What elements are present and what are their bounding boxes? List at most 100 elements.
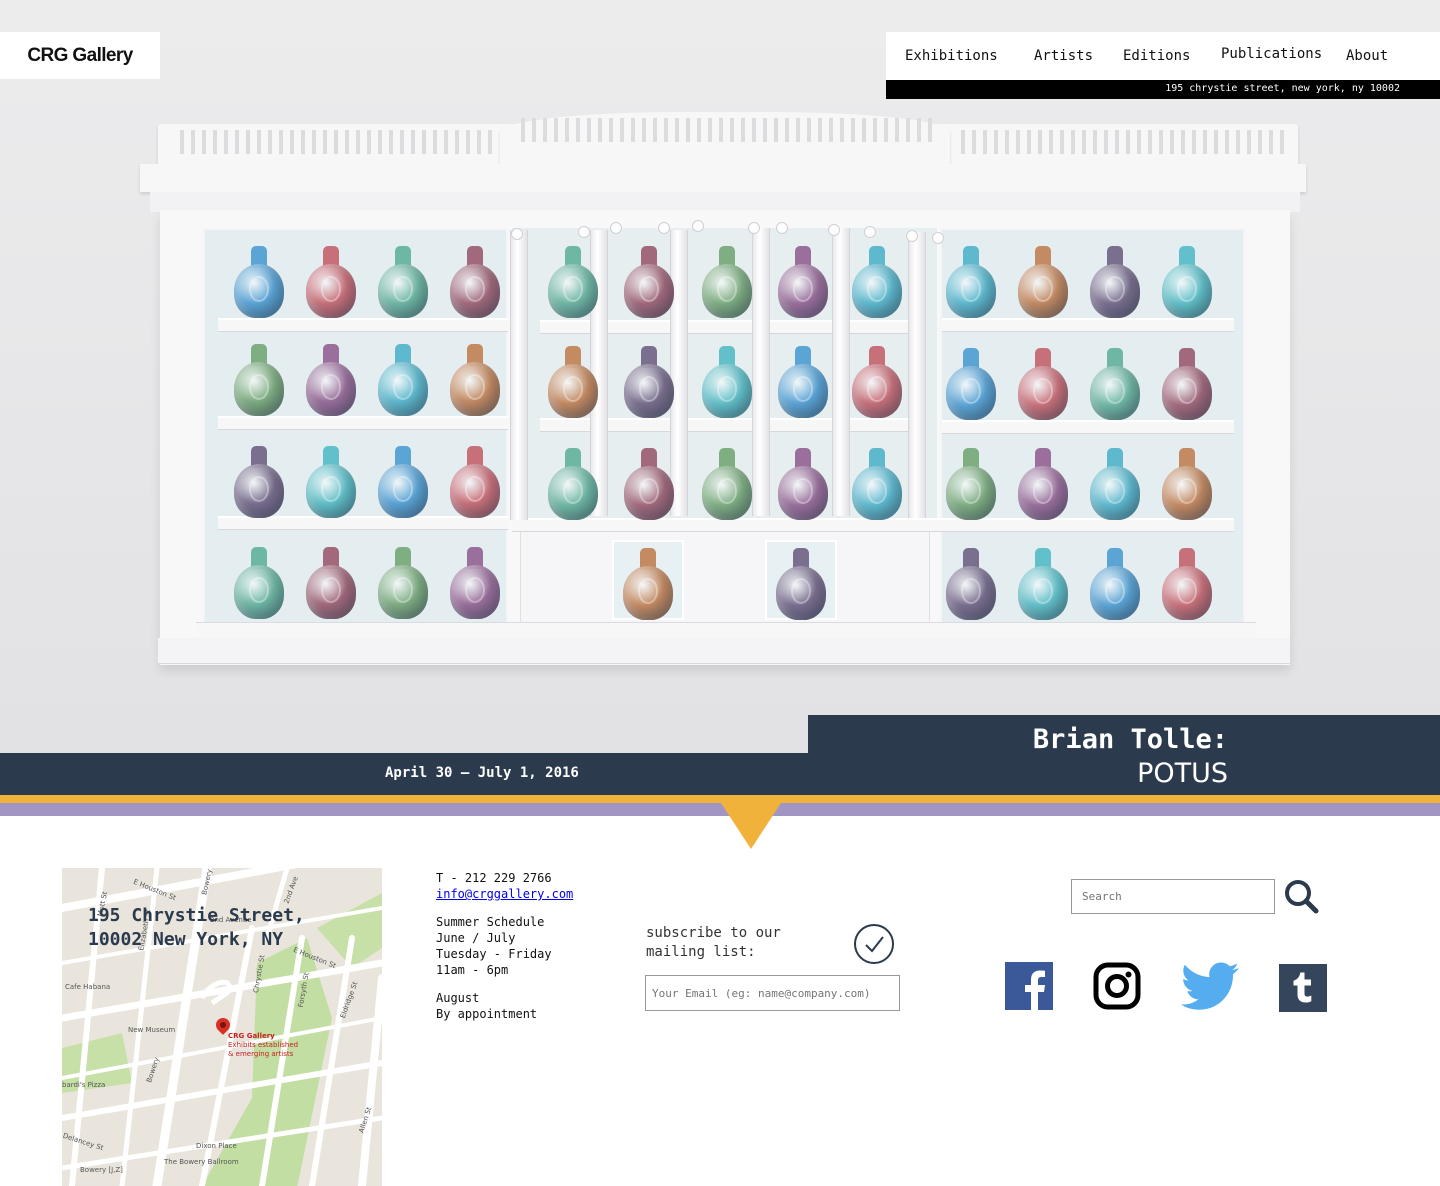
artwork-bottle-part xyxy=(1105,478,1125,504)
artwork-baluster xyxy=(895,118,899,142)
artwork-bottle-part xyxy=(791,578,811,604)
artwork-bottle-part xyxy=(321,276,341,302)
artwork-baluster xyxy=(972,130,976,154)
artwork-shelf xyxy=(218,318,508,332)
artwork-bottle-part xyxy=(793,478,813,504)
facebook-link[interactable] xyxy=(1005,962,1055,1012)
main-nav: Exhibitions Artists Editions Publication… xyxy=(886,32,1440,80)
artwork-baluster xyxy=(1258,130,1262,154)
artwork-knob xyxy=(776,222,788,234)
email-link[interactable]: info@crggallery.com xyxy=(436,887,573,901)
map-address: 195 Chrystie Street, 10002 New York, NY xyxy=(88,904,305,952)
search-button[interactable] xyxy=(1283,878,1319,914)
artwork-bottle-part xyxy=(793,276,813,302)
subscribe-label-line1: subscribe to our xyxy=(646,925,781,941)
artwork-baluster xyxy=(433,130,437,154)
exhibition-artist: Brian Tolle: xyxy=(1032,724,1228,755)
artwork-bottle-part xyxy=(249,276,269,302)
artwork-knob xyxy=(658,222,670,234)
artwork-bottle-part xyxy=(1105,378,1125,404)
twitter-link[interactable] xyxy=(1180,962,1241,1012)
artwork-baluster xyxy=(719,118,723,142)
artwork-bottle xyxy=(378,446,428,518)
artwork-bottle xyxy=(378,547,428,619)
artwork-baluster xyxy=(785,118,789,142)
artwork-bottle-part xyxy=(1177,578,1197,604)
artwork-bottle xyxy=(1090,448,1140,520)
tumblr-link[interactable] xyxy=(1279,964,1329,1014)
artwork-baluster xyxy=(488,130,492,154)
artwork-bottle xyxy=(450,246,500,318)
artwork-bottle xyxy=(852,246,902,318)
artwork-baluster xyxy=(1038,130,1042,154)
artwork-bottle-part xyxy=(321,374,341,400)
artwork-baluster xyxy=(598,118,602,142)
artwork-baluster xyxy=(1093,130,1097,154)
subscribe-label: subscribe to our mailing list: xyxy=(646,924,781,962)
artwork-bottle xyxy=(946,348,996,420)
artwork-knob xyxy=(578,226,590,238)
artwork-bottle-part xyxy=(717,478,737,504)
artwork-bottle-part xyxy=(1105,578,1125,604)
location-map[interactable]: E Houston St E Houston St Bowery 2nd Ave… xyxy=(62,868,382,1186)
contact-info: T - 212 229 2766 info@crggallery.com Sum… xyxy=(436,870,573,1022)
artwork-bottle-part xyxy=(393,476,413,502)
artwork-bottle-part xyxy=(393,276,413,302)
down-arrow-icon[interactable] xyxy=(721,803,781,849)
artwork-baluster xyxy=(543,118,547,142)
artwork-bottle xyxy=(548,448,598,520)
artwork-bottle-part xyxy=(717,276,737,302)
artwork-shelf xyxy=(512,518,942,532)
artwork-baluster xyxy=(906,118,910,142)
artwork-baluster xyxy=(257,130,261,154)
artwork-baluster xyxy=(466,130,470,154)
schedule-days: Tuesday - Friday xyxy=(436,947,552,961)
nav-publications[interactable]: Publications xyxy=(1221,46,1322,62)
map-label: The Bowery Ballroom xyxy=(164,1158,239,1166)
nav-exhibitions[interactable]: Exhibitions xyxy=(905,48,998,64)
artwork-baluster xyxy=(851,118,855,142)
subscribe-submit-button[interactable] xyxy=(854,924,894,964)
artwork-bottle xyxy=(306,246,356,318)
artwork-bottle xyxy=(1162,448,1212,520)
artwork-bottle xyxy=(234,246,284,318)
search-input[interactable] xyxy=(1071,879,1275,914)
artwork-baluster xyxy=(1225,130,1229,154)
artwork-baluster xyxy=(378,130,382,154)
nav-artists[interactable]: Artists xyxy=(1034,48,1093,64)
artwork-baluster xyxy=(708,118,712,142)
artwork-knob xyxy=(748,222,760,234)
checkmark-icon xyxy=(865,936,884,953)
logo[interactable]: CRG Gallery xyxy=(0,32,160,79)
artwork-column xyxy=(752,228,770,516)
artwork-bottle-part xyxy=(1033,578,1053,604)
artwork-bottle xyxy=(1162,246,1212,318)
artwork-bottle xyxy=(702,346,752,418)
email-field[interactable] xyxy=(645,975,900,1011)
artwork-bottle-part xyxy=(961,378,981,404)
artwork-baluster xyxy=(1203,130,1207,154)
artwork-bottle-part xyxy=(1033,478,1053,504)
exhibition-title-box[interactable]: Brian Tolle: POTUS xyxy=(808,715,1440,795)
artwork-bottle-part xyxy=(639,276,659,302)
header-address: 195 chrystie street, new york, ny 10002 xyxy=(1165,83,1400,94)
artwork-bottle-part xyxy=(961,578,981,604)
artwork-bottle-part xyxy=(563,376,583,402)
artwork-baluster xyxy=(1071,130,1075,154)
nav-about[interactable]: About xyxy=(1346,48,1388,64)
artwork-bottle xyxy=(548,346,598,418)
search-icon xyxy=(1285,880,1319,914)
artwork-bottle xyxy=(378,344,428,416)
artwork-bottle-part xyxy=(1177,378,1197,404)
artwork-baluster xyxy=(609,118,613,142)
artwork-baluster xyxy=(565,118,569,142)
artwork-baluster xyxy=(873,118,877,142)
artwork-bottle xyxy=(624,346,674,418)
artwork-baluster xyxy=(411,130,415,154)
artwork-bottle xyxy=(624,448,674,520)
instagram-link[interactable] xyxy=(1093,962,1143,1012)
nav-editions[interactable]: Editions xyxy=(1123,48,1190,64)
artwork-bottle-part xyxy=(563,276,583,302)
artwork-baluster xyxy=(653,118,657,142)
artwork-bottle xyxy=(624,246,674,318)
